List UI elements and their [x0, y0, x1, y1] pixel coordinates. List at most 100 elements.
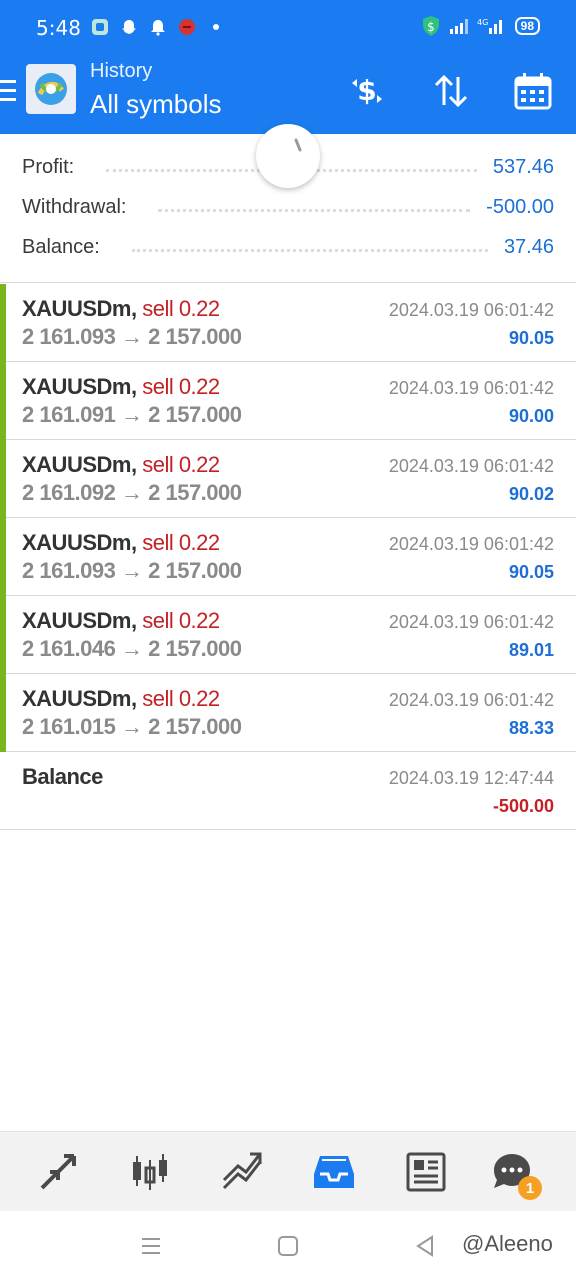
withdrawal-label: Withdrawal: — [22, 195, 127, 218]
pull-refresh-spinner-icon — [256, 124, 320, 188]
trade-prices: 2 161.093 → 2 157.000 — [22, 324, 242, 350]
trade-prices: 2 161.092 → 2 157.000 — [22, 480, 242, 506]
trade-profit: 88.33 — [508, 718, 554, 738]
trade-row[interactable]: XAUUSDm, sell 0.22 2 161.091 → 2 157.000… — [0, 362, 576, 440]
trade-row[interactable]: XAUUSDm, sell 0.22 2 161.093 → 2 157.000… — [0, 518, 576, 596]
symbol-text: XAUUSDm, — [22, 608, 137, 633]
bottom-navigation: 1 — [0, 1131, 576, 1211]
symbol-text: XAUUSDm, — [22, 296, 137, 321]
close-price: 2 157.000 — [148, 636, 242, 661]
app-red-icon — [177, 17, 197, 37]
trade-symbol: XAUUSDm, sell 0.22 — [22, 530, 220, 556]
chat-icon[interactable]: 1 — [490, 1150, 542, 1200]
balance-label: Balance: — [22, 235, 100, 258]
sort-icon[interactable] — [430, 70, 472, 112]
leader-dots — [158, 208, 471, 212]
menu-icon[interactable] — [0, 76, 16, 106]
withdrawal-value: -500.00 — [486, 195, 554, 218]
trade-prices: 2 161.015 → 2 157.000 — [22, 714, 242, 740]
system-navigation-bar: @Aleeno — [0, 1211, 576, 1280]
calendar-icon[interactable] — [512, 70, 554, 112]
trade-symbol: XAUUSDm, sell 0.22 — [22, 452, 220, 478]
news-icon[interactable] — [404, 1150, 448, 1194]
open-price: 2 161.046 — [22, 636, 116, 661]
trade-symbol: XAUUSDm, sell 0.22 — [22, 374, 220, 400]
bell-icon — [148, 17, 168, 37]
trade-side: sell 0.22 — [142, 530, 220, 555]
status-bar: 5:48 $ 4G 98 — [0, 0, 576, 56]
deposit-withdraw-icon[interactable]: $ — [346, 70, 388, 112]
trade-symbol: XAUUSDm, sell 0.22 — [22, 608, 220, 634]
close-price: 2 157.000 — [148, 480, 242, 505]
trade-prices: 2 161.093 → 2 157.000 — [22, 558, 242, 584]
trade-row[interactable]: XAUUSDm, sell 0.22 2 161.015 → 2 157.000… — [0, 674, 576, 752]
arrow-icon: → — [121, 324, 143, 349]
chart-icon[interactable] — [128, 1150, 172, 1194]
trade-time: 2024.03.19 06:01:42 — [388, 456, 554, 476]
symbol-text: XAUUSDm, — [22, 686, 137, 711]
open-price: 2 161.015 — [22, 714, 116, 739]
trade-profit: 90.00 — [508, 406, 554, 426]
open-price: 2 161.092 — [22, 480, 116, 505]
trade-profit: 90.05 — [508, 562, 554, 582]
trade-row[interactable]: XAUUSDm, sell 0.22 2 161.046 → 2 157.000… — [0, 596, 576, 674]
dot-icon — [206, 17, 226, 37]
signal-icon — [449, 16, 469, 36]
shield-dollar-icon: $ — [421, 16, 441, 36]
trade-side: sell 0.22 — [142, 296, 220, 321]
open-price: 2 161.093 — [22, 558, 116, 583]
arrow-icon: → — [121, 714, 143, 739]
trade-row[interactable]: XAUUSDm, sell 0.22 2 161.092 → 2 157.000… — [0, 440, 576, 518]
balance-operation-row[interactable]: Balance 2024.03.19 12:47:44 -500.00 — [0, 752, 576, 830]
trade-symbol: XAUUSDm, sell 0.22 — [22, 686, 220, 712]
system-status-icons: $ 4G 98 — [421, 16, 540, 36]
symbol-text: XAUUSDm, — [22, 530, 137, 555]
trade-icon[interactable] — [220, 1150, 264, 1194]
app-bar: History All symbols $ — [0, 56, 576, 134]
quotes-icon[interactable] — [36, 1150, 80, 1194]
trade-side: sell 0.22 — [142, 374, 220, 399]
trade-profit: 90.02 — [508, 484, 554, 504]
svg-text:4G: 4G — [477, 18, 488, 27]
balance-value: 37.46 — [503, 235, 554, 258]
watermark: @Aleeno — [462, 1231, 553, 1256]
app-notification-icon — [90, 17, 110, 37]
chat-badge: 1 — [518, 1176, 542, 1200]
svg-text:$: $ — [427, 20, 435, 34]
trade-side: sell 0.22 — [142, 452, 220, 477]
close-price: 2 157.000 — [148, 714, 242, 739]
trade-symbol: XAUUSDm, sell 0.22 — [22, 296, 220, 322]
trade-row[interactable]: XAUUSDm, sell 0.22 2 161.093 → 2 157.000… — [0, 284, 576, 362]
trade-time: 2024.03.19 06:01:42 — [388, 300, 554, 320]
trade-history-list: XAUUSDm, sell 0.22 2 161.093 → 2 157.000… — [0, 284, 576, 830]
back-icon[interactable] — [412, 1233, 438, 1259]
close-price: 2 157.000 — [148, 324, 242, 349]
trade-profit: 90.05 — [508, 328, 554, 348]
metatrader-logo-icon — [26, 64, 76, 114]
trade-time: 2024.03.19 06:01:42 — [388, 690, 554, 710]
status-time: 5:48 — [36, 16, 81, 40]
trade-prices: 2 161.091 → 2 157.000 — [22, 402, 242, 428]
arrow-icon: → — [121, 558, 143, 583]
signal-4g-icon: 4G — [477, 16, 507, 36]
svg-text:$: $ — [357, 74, 376, 107]
symbol-filter[interactable]: All symbols — [90, 89, 221, 120]
trade-time: 2024.03.19 06:01:42 — [388, 378, 554, 398]
trade-side: sell 0.22 — [142, 686, 220, 711]
open-price: 2 161.093 — [22, 324, 116, 349]
home-icon[interactable] — [275, 1233, 301, 1259]
leader-dots — [131, 248, 488, 252]
balance-row: Balance: 37.46 — [22, 227, 554, 267]
recents-icon[interactable] — [138, 1233, 164, 1259]
trade-profit: 89.01 — [508, 640, 554, 660]
snapchat-icon — [119, 17, 139, 37]
close-price: 2 157.000 — [148, 402, 242, 427]
symbol-text: XAUUSDm, — [22, 374, 137, 399]
history-icon[interactable] — [312, 1150, 356, 1194]
trade-time: 2024.03.19 06:01:42 — [388, 534, 554, 554]
arrow-icon: → — [121, 402, 143, 427]
balance-operation-label: Balance — [22, 764, 103, 789]
trade-side: sell 0.22 — [142, 608, 220, 633]
profit-label: Profit: — [22, 155, 75, 178]
profit-value: 537.46 — [492, 155, 554, 178]
